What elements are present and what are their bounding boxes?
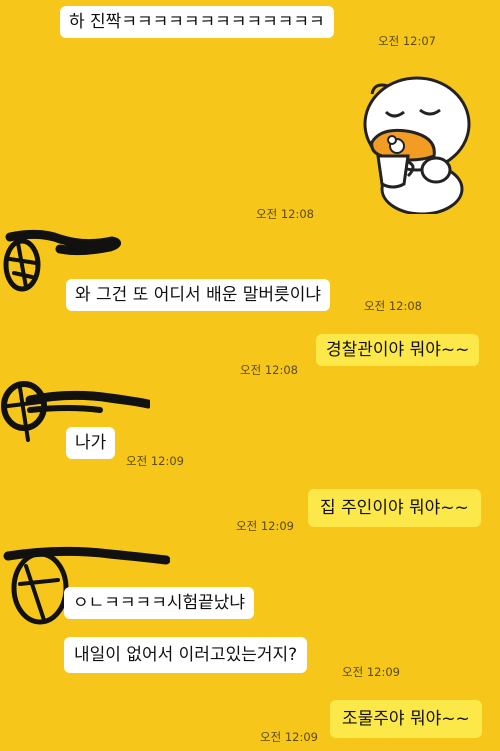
- message-time: 오전 12:07: [378, 34, 436, 48]
- message-bubble[interactable]: 와 그건 또 어디서 배운 말버릇이냐: [66, 279, 330, 311]
- message-bubble[interactable]: 경찰관이야 뭐야~~: [316, 334, 480, 366]
- message-text: 내일이 없어서 이러고있는거지?: [74, 645, 298, 665]
- message-time: 오전 12:08: [256, 207, 314, 221]
- message-bubble[interactable]: 나가: [66, 427, 116, 459]
- message-text: 와 그건 또 어디서 배운 말버릇이냐: [75, 285, 321, 305]
- message-text: 경찰관이야 뭐야~~: [326, 340, 470, 360]
- message-time: 오전 12:09: [260, 730, 318, 744]
- ryan-sticker-icon: [363, 76, 471, 216]
- message-text: 나가: [75, 433, 107, 453]
- message-bubble[interactable]: 집 주인이야 뭐야~~: [308, 489, 481, 527]
- message-text: 조물주야 뭐야~~: [342, 709, 470, 729]
- message-text: ㅇㄴㅋㅋㅋㅋ시험끝났냐: [73, 593, 246, 613]
- message-bubble[interactable]: 하 진짝ㅋㅋㅋㅋㅋㅋㅋㅋㅋㅋㅋㅋㅋ: [60, 6, 334, 38]
- message-time: 오전 12:09: [342, 665, 400, 679]
- message-bubble[interactable]: ㅇㄴㅋㅋㅋㅋ시험끝났냐: [64, 587, 255, 619]
- message-time: 오전 12:08: [240, 363, 298, 377]
- message-time: 오전 12:09: [126, 454, 184, 468]
- ryan-drinking-tea-sticker[interactable]: [352, 74, 482, 216]
- message-time: 오전 12:09: [236, 519, 294, 533]
- message-bubble[interactable]: 조물주야 뭐야~~: [330, 700, 482, 738]
- message-text: 집 주인이야 뭐야~~: [320, 498, 469, 518]
- message-text: 하 진짝ㅋㅋㅋㅋㅋㅋㅋㅋㅋㅋㅋㅋㅋ: [69, 12, 325, 32]
- message-time: 오전 12:08: [364, 299, 422, 313]
- message-bubble[interactable]: 내일이 없어서 이러고있는거지?: [64, 637, 308, 673]
